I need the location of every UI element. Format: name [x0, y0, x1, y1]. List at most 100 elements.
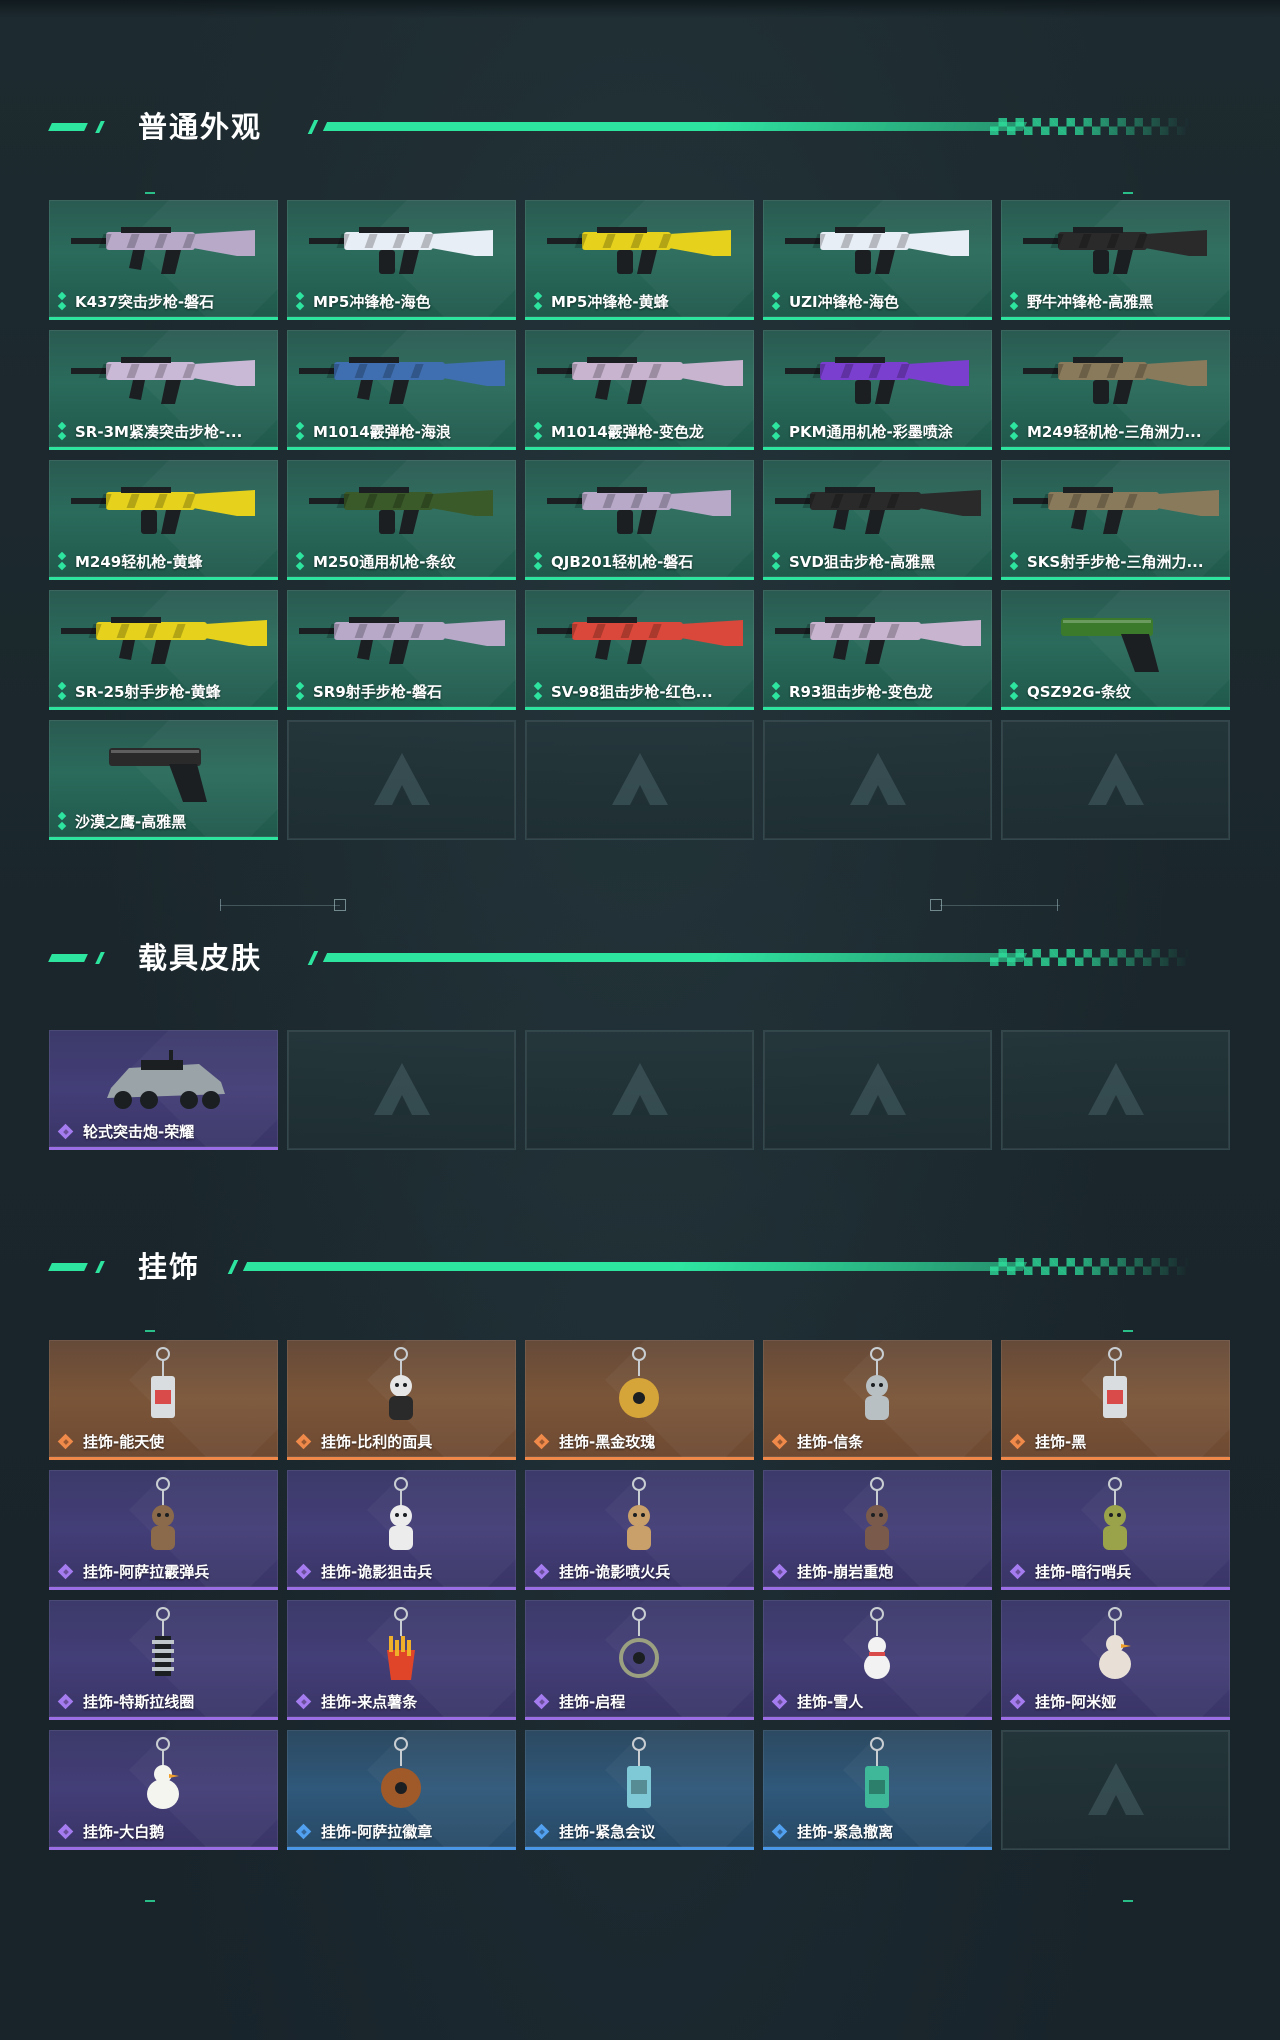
item-label: 挂饰-信条	[771, 1432, 986, 1452]
weapon-skin-card[interactable]: PKM通用机枪-彩墨喷涂	[763, 330, 992, 450]
charm-card[interactable]: 挂饰-阿萨拉霰弹兵	[49, 1470, 278, 1590]
item-name: SR-25射手步枪-黄蜂	[75, 683, 221, 701]
charm-card[interactable]: 挂饰-比利的面具	[287, 1340, 516, 1460]
item-label: MP5冲锋枪-黄蜂	[533, 292, 748, 312]
header-lead-tick	[95, 952, 105, 964]
item-name: 挂饰-来点薯条	[321, 1693, 418, 1711]
rarity-marker-icon	[533, 682, 543, 702]
charm-card[interactable]: 挂饰-崩岩重炮	[763, 1470, 992, 1590]
item-label: 挂饰-黑金玫瑰	[533, 1432, 748, 1452]
empty-slot	[1001, 1730, 1230, 1850]
header-checker	[990, 118, 1190, 135]
charm-card[interactable]: 挂饰-黑金玫瑰	[525, 1340, 754, 1460]
header-checker	[990, 1258, 1190, 1275]
charm-bunny-icon	[1099, 1607, 1131, 1679]
game-logo-icon	[850, 1063, 906, 1115]
charm-card[interactable]: 挂饰-能天使	[49, 1340, 278, 1460]
submachine-gun-icon	[309, 227, 493, 274]
rarity-marker-icon	[57, 1693, 75, 1711]
weapon-skin-card[interactable]: M1014霰弹枪-海浪	[287, 330, 516, 450]
header-lead-bar	[48, 123, 88, 131]
charm-card[interactable]: 挂饰-启程	[525, 1600, 754, 1720]
weapon-skin-grid: K437突击步枪-磐石 MP5冲锋枪-海色 MP5冲锋枪-黄蜂 UZI冲锋枪-海色 野牛…	[49, 200, 1231, 840]
game-logo-icon	[1088, 1063, 1144, 1115]
charm-card[interactable]: 挂饰-大白鹅	[49, 1730, 278, 1850]
weapon-skin-card[interactable]: UZI冲锋枪-海色	[763, 200, 992, 320]
rarity-marker-icon	[295, 1433, 313, 1451]
machine-gun-icon	[785, 357, 969, 404]
header-tick	[227, 1260, 239, 1274]
item-name: SVD狙击步枪-高雅黑	[789, 553, 936, 571]
vehicle-skin-card[interactable]: 轮式突击炮-荣耀	[49, 1030, 278, 1150]
header-lead-tick	[95, 121, 105, 133]
header-bar	[242, 1262, 1028, 1271]
charm-tag-icon	[1103, 1347, 1127, 1418]
rarity-marker-icon	[57, 812, 67, 832]
charm-card[interactable]: 挂饰-阿萨拉徽章	[287, 1730, 516, 1850]
item-name: 沙漠之鹰-高雅黑	[75, 813, 187, 831]
item-name: 挂饰-阿萨拉霰弹兵	[83, 1563, 210, 1581]
weapon-skin-card[interactable]: MP5冲锋枪-黄蜂	[525, 200, 754, 320]
weapon-skin-card[interactable]: SR9射手步枪-磐石	[287, 590, 516, 710]
charm-snowman-icon	[864, 1607, 890, 1679]
rarity-marker-icon	[533, 1433, 551, 1451]
section-title: 载具皮肤	[138, 941, 263, 975]
item-name: 挂饰-信条	[797, 1433, 864, 1451]
item-label: 挂饰-诡影狙击兵	[295, 1562, 510, 1582]
item-name: 挂饰-阿萨拉徽章	[321, 1823, 433, 1841]
item-name: PKM通用机枪-彩墨喷涂	[789, 423, 953, 441]
charm-card[interactable]: 挂饰-阿米娅	[1001, 1600, 1230, 1720]
weapon-skin-card[interactable]: QJB201轻机枪-磐石	[525, 460, 754, 580]
weapon-skin-card[interactable]: 沙漠之鹰-高雅黑	[49, 720, 278, 840]
rarity-marker-icon	[295, 1563, 313, 1581]
empty-slot	[763, 1030, 992, 1150]
charm-card[interactable]: 挂饰-雪人	[763, 1600, 992, 1720]
weapon-skin-card[interactable]: M249轻机枪-三角洲力...	[1001, 330, 1230, 450]
weapon-skin-card[interactable]: SR-3M紧凑突击步枪-...	[49, 330, 278, 450]
weapon-skin-card[interactable]: SKS射手步枪-三角洲力...	[1001, 460, 1230, 580]
weapon-skin-card[interactable]: SV-98狙击步枪-红色...	[525, 590, 754, 710]
item-name: 轮式突击炮-荣耀	[83, 1123, 195, 1141]
weapon-skin-card[interactable]: R93狙击步枪-变色龙	[763, 590, 992, 710]
item-name: M1014霰弹枪-海浪	[313, 423, 451, 441]
weapon-skin-card[interactable]: M250通用机枪-条纹	[287, 460, 516, 580]
item-name: SR9射手步枪-磐石	[313, 683, 443, 701]
marksman-rifle-icon	[61, 617, 267, 664]
item-name: 挂饰-雪人	[797, 1693, 864, 1711]
weapon-skin-card[interactable]: 野牛冲锋枪-高雅黑	[1001, 200, 1230, 320]
weapon-skin-card[interactable]: SVD狙击步枪-高雅黑	[763, 460, 992, 580]
rarity-marker-icon	[1009, 1693, 1027, 1711]
weapon-skin-card[interactable]: K437突击步枪-磐石	[49, 200, 278, 320]
charm-card[interactable]: 挂饰-诡影喷火兵	[525, 1470, 754, 1590]
charm-card[interactable]: 挂饰-暗行哨兵	[1001, 1470, 1230, 1590]
item-name: 挂饰-启程	[559, 1693, 626, 1711]
item-label: PKM通用机枪-彩墨喷涂	[771, 422, 986, 442]
game-logo-icon	[850, 753, 906, 805]
weapon-skin-card[interactable]: M1014霰弹枪-变色龙	[525, 330, 754, 450]
rarity-marker-icon	[57, 1823, 75, 1841]
item-label: 挂饰-阿萨拉霰弹兵	[57, 1562, 272, 1582]
rarity-marker-icon	[533, 292, 543, 312]
item-name: QSZ92G-条纹	[1027, 683, 1131, 701]
weapon-skin-card[interactable]: M249轻机枪-黄蜂	[49, 460, 278, 580]
item-name: 挂饰-诡影狙击兵	[321, 1563, 433, 1581]
game-logo-icon	[374, 1063, 430, 1115]
weapon-skin-card[interactable]: MP5冲锋枪-海色	[287, 200, 516, 320]
divider-tick	[1057, 899, 1058, 911]
rarity-marker-icon	[533, 552, 543, 572]
charm-card[interactable]: 挂饰-紧急撤离	[763, 1730, 992, 1850]
charm-card[interactable]: 挂饰-紧急会议	[525, 1730, 754, 1850]
charm-card[interactable]: 挂饰-来点薯条	[287, 1600, 516, 1720]
item-label: M249轻机枪-三角洲力...	[1009, 422, 1224, 442]
charm-card[interactable]: 挂饰-信条	[763, 1340, 992, 1460]
item-label: 挂饰-紧急撤离	[771, 1822, 986, 1842]
weapon-skin-card[interactable]: QSZ92G-条纹	[1001, 590, 1230, 710]
game-logo-icon	[612, 753, 668, 805]
charm-card[interactable]: 挂饰-黑	[1001, 1340, 1230, 1460]
charm-card[interactable]: 挂饰-特斯拉线圈	[49, 1600, 278, 1720]
charm-card[interactable]: 挂饰-诡影狙击兵	[287, 1470, 516, 1590]
rarity-marker-icon	[1009, 1563, 1027, 1581]
section-header-charms: 挂饰	[0, 1247, 1280, 1287]
weapon-skin-card[interactable]: SR-25射手步枪-黄蜂	[49, 590, 278, 710]
rarity-marker-icon	[57, 1123, 75, 1141]
